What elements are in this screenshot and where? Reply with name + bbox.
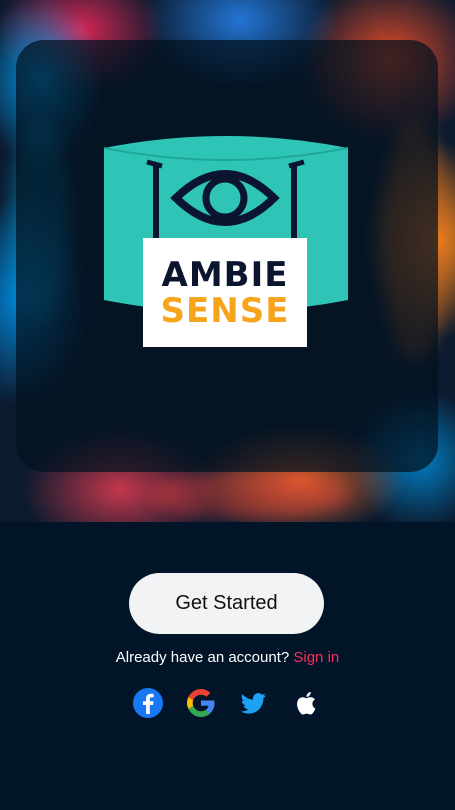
signin-row: Already have an account? Sign in — [0, 649, 455, 666]
get-started-button[interactable]: Get Started — [129, 573, 324, 634]
signin-prompt: Already have an account? — [115, 649, 290, 666]
hero-background: AMBIE SENSE — [0, 0, 455, 522]
logo-text-sense: SENSE — [160, 290, 290, 331]
smoke-red — [150, 470, 350, 520]
google-login-button[interactable] — [185, 687, 217, 719]
facebook-login-button[interactable] — [132, 687, 164, 719]
google-icon — [186, 689, 215, 717]
logo-wordmark: AMBIE SENSE — [143, 238, 307, 347]
twitter-icon — [241, 693, 267, 714]
signin-link[interactable]: Sign in — [293, 649, 339, 666]
apple-icon — [297, 692, 316, 715]
logo-text-ambie: AMBIE — [161, 254, 289, 295]
twitter-login-button[interactable] — [237, 687, 269, 719]
facebook-icon — [133, 688, 163, 718]
social-login-row — [132, 686, 322, 720]
apple-login-button[interactable] — [290, 687, 322, 719]
